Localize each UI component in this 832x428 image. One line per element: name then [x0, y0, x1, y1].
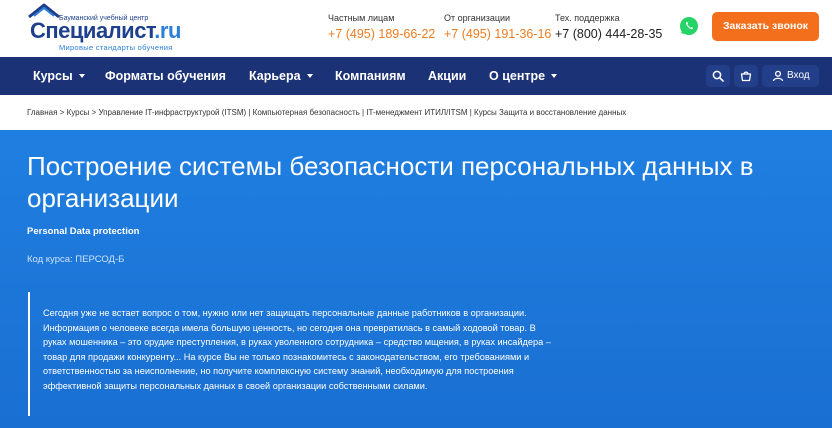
contact-support: Тех. поддержка +7 (800) 444-28-35 — [555, 13, 662, 41]
nav-item-promotions[interactable]: Акции — [428, 57, 466, 95]
nav-item-label: Карьера — [249, 69, 301, 83]
page-title: Построение системы безопасности персонал… — [27, 151, 754, 213]
logo-brand-tld: .ru — [154, 18, 181, 43]
nav-item-label: Компаниям — [335, 69, 406, 83]
main-nav: Курсы Форматы обучения Карьера Компаниям… — [0, 57, 832, 95]
contact-private: Частным лицам +7 (495) 189-66-22 — [328, 13, 435, 41]
site-logo[interactable]: Бауманский учебный центр Специалист.ru М… — [27, 3, 207, 53]
nav-item-about[interactable]: О центре — [489, 57, 558, 95]
login-button[interactable]: Вход — [762, 65, 819, 87]
contact-phone[interactable]: +7 (495) 191-36-16 — [444, 27, 551, 41]
nav-item-courses[interactable]: Курсы — [33, 57, 85, 95]
nav-item-label: Курсы — [33, 69, 73, 83]
nav-item-career[interactable]: Карьера — [249, 57, 313, 95]
nav-item-label: Акции — [428, 69, 467, 83]
logo-slogan: Мировые стандарты обучения — [59, 43, 173, 52]
chevron-down-icon — [78, 73, 85, 78]
contact-label: От организации — [444, 13, 511, 23]
chevron-down-icon — [551, 73, 558, 78]
course-description: Сегодня уже не встает вопрос о том, нужн… — [28, 292, 568, 416]
course-code: Код курса: ПЕРСОД-Б — [27, 254, 125, 265]
whatsapp-icon[interactable] — [679, 16, 699, 36]
contact-label: Тех. поддержка — [555, 13, 620, 23]
login-label: Вход — [787, 70, 810, 81]
search-button[interactable] — [706, 65, 730, 87]
contact-phone[interactable]: +7 (495) 189-66-22 — [328, 27, 435, 41]
cart-button[interactable] — [734, 65, 758, 87]
callback-button[interactable]: Заказать звонок — [712, 12, 819, 41]
nav-item-formats[interactable]: Форматы обучения — [105, 57, 226, 95]
logo-brand-main: Специалист — [30, 18, 155, 43]
search-icon — [712, 70, 724, 82]
cart-icon — [740, 71, 752, 82]
breadcrumb[interactable]: Главная > Курсы > Управление IT-инфрастр… — [27, 108, 626, 117]
contact-phone[interactable]: +7 (800) 444-28-35 — [555, 27, 662, 41]
course-description-text: Сегодня уже не встает вопрос о том, нужн… — [43, 308, 551, 391]
nav-item-label: О центре — [489, 69, 546, 83]
course-subtitle: Personal Data protection — [27, 226, 140, 237]
logo-brand: Специалист.ru — [30, 20, 181, 42]
course-hero: Построение системы безопасности персонал… — [0, 130, 832, 428]
nav-item-label: Форматы обучения — [105, 69, 226, 83]
chevron-down-icon — [306, 73, 313, 78]
contact-label: Частным лицам — [328, 13, 395, 23]
site-header: Бауманский учебный центр Специалист.ru М… — [0, 0, 832, 57]
nav-item-companies[interactable]: Компаниям — [335, 57, 406, 95]
user-icon — [772, 70, 784, 82]
contact-organization: От организации +7 (495) 191-36-16 — [444, 13, 551, 41]
